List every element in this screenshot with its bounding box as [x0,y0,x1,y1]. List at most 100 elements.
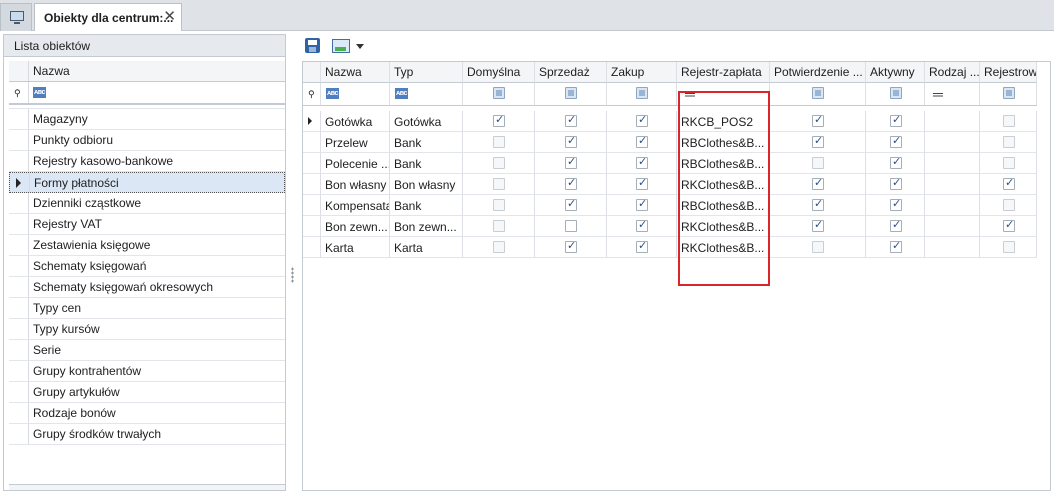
cell-rejestrow[interactable] [980,132,1037,153]
cell-nazwa[interactable]: Bon zewn... [321,216,390,237]
cell-rodzaj[interactable] [925,111,980,132]
cell-aktywny[interactable] [866,132,925,153]
list-item[interactable]: Magazyny [9,109,285,130]
cell-domyslna[interactable] [463,153,535,174]
cell-domyslna[interactable] [463,132,535,153]
cell-nazwa[interactable]: Gotówka [321,111,390,132]
filter-cell[interactable] [770,83,866,106]
filter-cell[interactable] [980,83,1037,106]
checkbox[interactable] [1003,176,1015,190]
cell-rejestrow[interactable] [980,111,1037,132]
cell-potwierdzenie[interactable] [770,174,866,195]
column-header[interactable]: Typ [390,62,463,83]
cell-aktywny[interactable] [866,153,925,174]
checkbox[interactable] [565,113,577,127]
cell-aktywny[interactable] [866,216,925,237]
cell-potwierdzenie[interactable] [770,216,866,237]
filter-checkbox[interactable] [565,87,577,99]
checkbox[interactable] [890,134,902,148]
cell-nazwa[interactable]: Polecenie ... [321,153,390,174]
cell-zakup[interactable] [607,153,677,174]
list-item[interactable]: Rodzaje bonów [9,403,285,424]
checkbox[interactable] [890,113,902,127]
checkbox[interactable] [890,239,902,253]
cell-potwierdzenie[interactable] [770,195,866,216]
filter-cell[interactable] [866,83,925,106]
checkbox[interactable] [1003,136,1015,148]
cell-potwierdzenie[interactable] [770,111,866,132]
cell-zakup[interactable] [607,174,677,195]
tab-objects-for-center[interactable]: Obiekty dla centrum:... ✕ [34,3,182,32]
cell-aktywny[interactable] [866,195,925,216]
checkbox[interactable] [890,197,902,211]
cell-zakup[interactable] [607,111,677,132]
column-header[interactable]: Rejestr-zapłata [677,62,770,83]
cell-typ[interactable]: Bank [390,153,463,174]
cell-sprzedaz[interactable] [535,216,607,237]
cell-rejestrow[interactable] [980,237,1037,258]
checkbox[interactable] [1003,115,1015,127]
checkbox[interactable] [890,176,902,190]
checkbox[interactable] [565,197,577,211]
close-icon[interactable]: ✕ [163,8,176,26]
checkbox[interactable] [565,239,577,253]
filter-cell[interactable] [463,83,535,106]
cell-zakup[interactable] [607,216,677,237]
cell-typ[interactable]: Gotówka [390,111,463,132]
cell-nazwa[interactable]: Kompensata [321,195,390,216]
cell-potwierdzenie[interactable] [770,132,866,153]
checkbox[interactable] [493,220,505,232]
checkbox[interactable] [636,218,648,232]
cell-rejestrow[interactable] [980,174,1037,195]
checkbox[interactable] [812,157,824,169]
column-header[interactable]: Rodzaj ... [925,62,980,83]
checkbox[interactable] [636,134,648,148]
checkbox[interactable] [1003,218,1015,232]
cell-sprzedaz[interactable] [535,153,607,174]
filter-row[interactable]: ⚲ ᴀʙᴄ [9,82,285,105]
checkbox[interactable] [812,218,824,232]
checkbox[interactable] [636,239,648,253]
cell-sprzedaz[interactable] [535,111,607,132]
cell-sprzedaz[interactable] [535,132,607,153]
list-item[interactable]: Dzienniki cząstkowe [9,193,285,214]
cell-rodzaj[interactable] [925,174,980,195]
monitor-icon[interactable] [0,3,32,31]
list-item[interactable]: Serie [9,340,285,361]
cell-domyslna[interactable] [463,237,535,258]
checkbox[interactable] [636,197,648,211]
splitter-handle[interactable] [291,267,294,283]
checkbox[interactable] [493,241,505,253]
cell-typ[interactable]: Karta [390,237,463,258]
cell-aktywny[interactable] [866,237,925,258]
cell-typ[interactable]: Bank [390,195,463,216]
checkbox[interactable] [636,113,648,127]
filter-cell[interactable]: ᴀʙᴄ [321,83,390,106]
cell-domyslna[interactable] [463,174,535,195]
filter-checkbox[interactable] [890,87,902,99]
list-item[interactable]: Rejestry kasowo-bankowe [9,151,285,172]
save-icon[interactable] [305,38,320,53]
cell-domyslna[interactable] [463,111,535,132]
cell-rejestrow[interactable] [980,195,1037,216]
list-item[interactable]: Schematy księgowań [9,256,285,277]
export-icon[interactable] [332,39,350,53]
checkbox[interactable] [890,155,902,169]
checkbox[interactable] [812,134,824,148]
checkbox[interactable] [565,176,577,190]
cell-sprzedaz[interactable] [535,237,607,258]
cell-zakup[interactable] [607,195,677,216]
cell-zakup[interactable] [607,132,677,153]
column-header[interactable]: Sprzedaż [535,62,607,83]
cell-rejestrow[interactable] [980,153,1037,174]
cell-typ[interactable]: Bank [390,132,463,153]
column-header[interactable]: Potwierdzenie ... [770,62,866,83]
cell-typ[interactable]: Bon zewn... [390,216,463,237]
cell-sprzedaz[interactable] [535,174,607,195]
checkbox[interactable] [812,176,824,190]
column-header-nazwa[interactable]: Nazwa [33,64,70,78]
list-item[interactable]: Grupy kontrahentów [9,361,285,382]
column-header[interactable]: Nazwa [321,62,390,83]
cell-domyslna[interactable] [463,195,535,216]
chevron-down-icon[interactable] [356,44,364,49]
